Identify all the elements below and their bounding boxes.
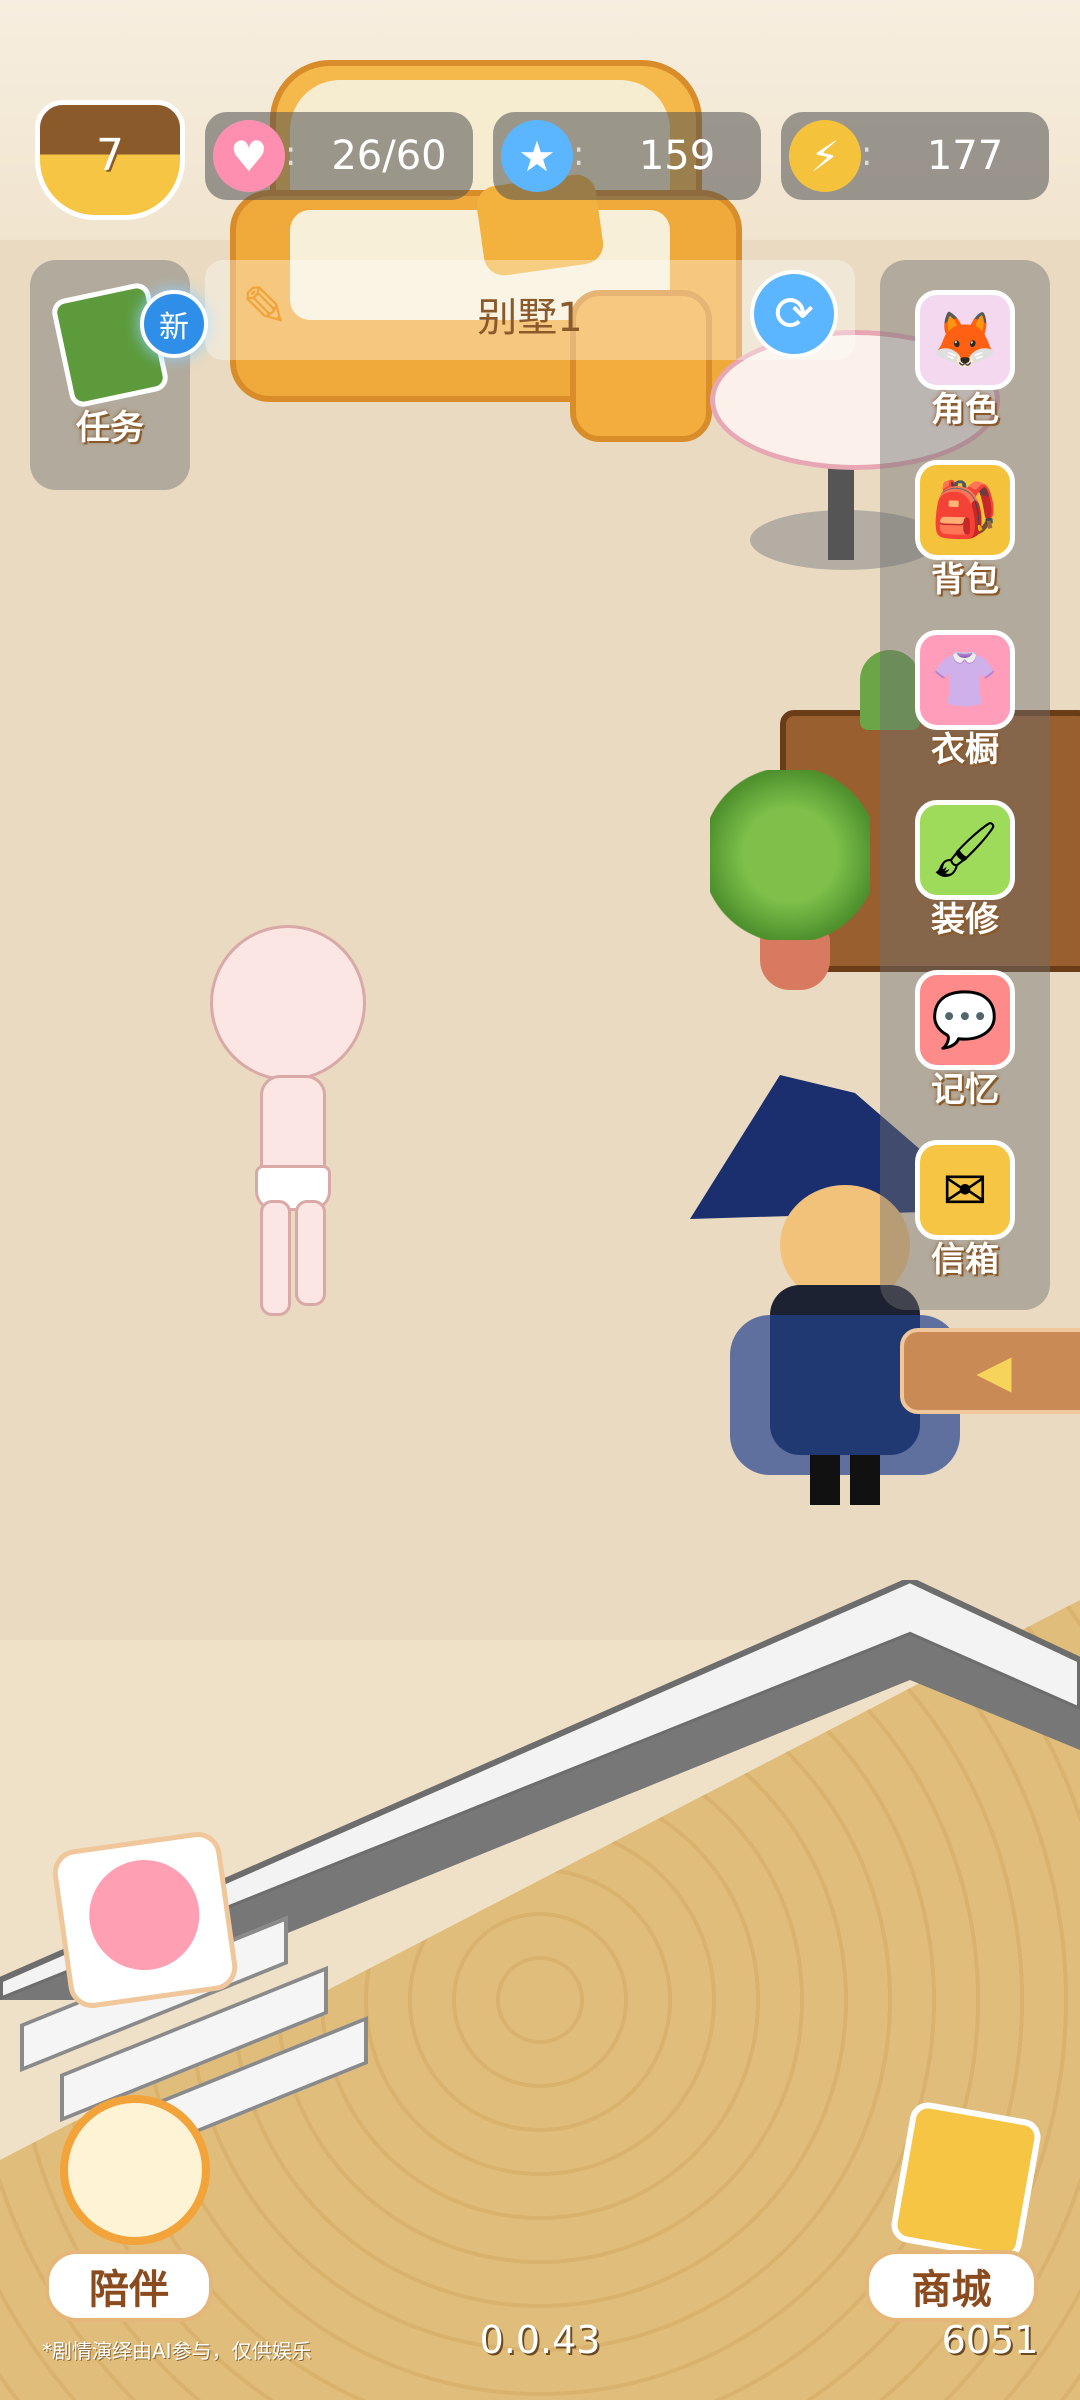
- stopwatch-heart-icon: [60, 2095, 210, 2245]
- side-item-mailbox[interactable]: ✉ 信箱: [890, 1140, 1040, 1300]
- shop-label[interactable]: 商城: [865, 2250, 1038, 2322]
- switch-room-icon[interactable]: ⟳: [750, 270, 838, 358]
- side-item-label: 衣橱: [931, 730, 999, 770]
- rename-pencil-icon[interactable]: ✎: [230, 275, 300, 345]
- side-item-character[interactable]: 🦊 角色: [890, 290, 1040, 450]
- collapse-menu-button[interactable]: ◀: [900, 1328, 1080, 1414]
- tasks-label: 任务: [76, 408, 144, 448]
- wardrobe-icon: 👚: [915, 630, 1015, 730]
- energy-value: 177: [926, 133, 1004, 179]
- build-number: 6051: [941, 2318, 1039, 2362]
- side-item-decorate[interactable]: 🖌 装修: [890, 800, 1040, 960]
- potted-plant[interactable]: [700, 770, 880, 1010]
- stars-counter[interactable]: ★ : 159: [493, 112, 761, 200]
- side-item-label: 信箱: [931, 1240, 999, 1280]
- side-item-wardrobe[interactable]: 👚 衣橱: [890, 630, 1040, 790]
- companion-avatar-icon: [82, 1852, 207, 1978]
- stars-value: 159: [638, 133, 716, 179]
- mailbox-icon: ✉: [915, 1140, 1015, 1240]
- energy-counter[interactable]: ⚡ : 177: [781, 112, 1049, 200]
- room-name: 别墅1: [477, 295, 583, 341]
- shopping-bag-icon: [888, 2099, 1044, 2263]
- side-item-label: 装修: [931, 900, 999, 940]
- shop-button[interactable]: [860, 2090, 1050, 2263]
- level-value: 7: [96, 130, 124, 181]
- new-badge: 新: [140, 290, 208, 358]
- version-number: 0.0.43: [479, 2318, 601, 2362]
- hearts-value: 26/60: [331, 133, 447, 179]
- sofa[interactable]: [230, 20, 742, 450]
- decorate-icon: 🖌: [915, 800, 1015, 900]
- companion-label[interactable]: 陪伴: [45, 2250, 213, 2322]
- hearts-counter[interactable]: ♥ : 26/60: [205, 112, 473, 200]
- character-icon: 🦊: [915, 290, 1015, 390]
- star-plus-icon: ★: [501, 120, 573, 192]
- side-item-backpack[interactable]: 🎒 背包: [890, 460, 1040, 620]
- memory-icon: 💬: [915, 970, 1015, 1070]
- side-item-label: 记忆: [931, 1070, 999, 1110]
- companion-portrait-button[interactable]: [49, 1828, 241, 2012]
- side-item-memory[interactable]: 💬 记忆: [890, 970, 1040, 1130]
- side-item-label: 角色: [931, 390, 999, 430]
- ai-disclaimer: *剧情演绎由AI参与，仅供娱乐: [42, 2339, 312, 2363]
- level-badge[interactable]: 7: [35, 100, 185, 220]
- heart-icon: ♥: [213, 120, 285, 192]
- lightning-plus-icon: ⚡: [789, 120, 861, 192]
- arrow-left-icon: ◀: [976, 1344, 1012, 1398]
- backpack-icon: 🎒: [915, 460, 1015, 560]
- side-item-label: 背包: [931, 560, 999, 600]
- player-avatar[interactable]: [205, 925, 366, 1325]
